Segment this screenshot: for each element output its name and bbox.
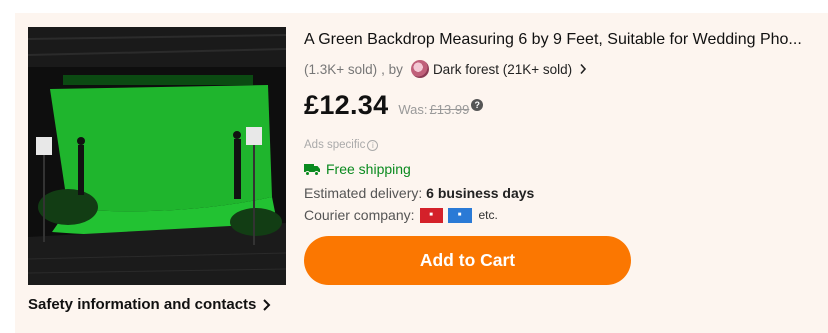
chevron-right-icon[interactable] bbox=[579, 63, 587, 75]
royal-mail-logo: ■ bbox=[419, 207, 443, 223]
price-row: £12.34 Was: £13.99 ? bbox=[304, 90, 484, 121]
current-price: £12.34 bbox=[304, 90, 389, 120]
ads-label: Ads specific bbox=[304, 139, 366, 151]
was-label: Was: bbox=[398, 102, 428, 117]
truck-icon bbox=[304, 163, 320, 176]
shipping-label: Free shipping bbox=[326, 161, 411, 177]
chevron-right-icon bbox=[263, 298, 271, 311]
product-image[interactable] bbox=[28, 27, 286, 285]
by-label: , by bbox=[381, 61, 403, 77]
product-meta: (1.3K+ sold) , by Dark forest (21K+ sold… bbox=[304, 60, 587, 78]
add-to-cart-button[interactable]: Add to Cart bbox=[304, 236, 631, 285]
courier-more: etc. bbox=[478, 208, 498, 222]
safety-info-link[interactable]: Safety information and contacts bbox=[28, 296, 271, 313]
help-icon[interactable]: ? bbox=[471, 99, 484, 111]
courier-label: Courier company: bbox=[304, 207, 415, 223]
free-shipping: Free shipping bbox=[304, 161, 411, 177]
courier-company: Courier company: ■ ■ etc. bbox=[304, 207, 498, 223]
product-title[interactable]: A Green Backdrop Measuring 6 by 9 Feet, … bbox=[304, 31, 809, 49]
was-price: £13.99 bbox=[429, 102, 470, 117]
store-avatar[interactable] bbox=[410, 60, 429, 78]
delivery-value: 6 business days bbox=[426, 185, 535, 201]
estimated-delivery: Estimated delivery: 6 business days bbox=[304, 185, 534, 201]
store-name-link[interactable]: Dark forest (21K+ sold) bbox=[433, 62, 572, 77]
safety-info-label: Safety information and contacts bbox=[28, 296, 257, 313]
evri-logo: ■ bbox=[447, 207, 472, 223]
ads-specific: Ads specific i bbox=[304, 139, 379, 151]
delivery-label: Estimated delivery: bbox=[304, 185, 423, 201]
info-icon[interactable]: i bbox=[367, 139, 379, 151]
sold-count: (1.3K+ sold) bbox=[304, 61, 378, 77]
